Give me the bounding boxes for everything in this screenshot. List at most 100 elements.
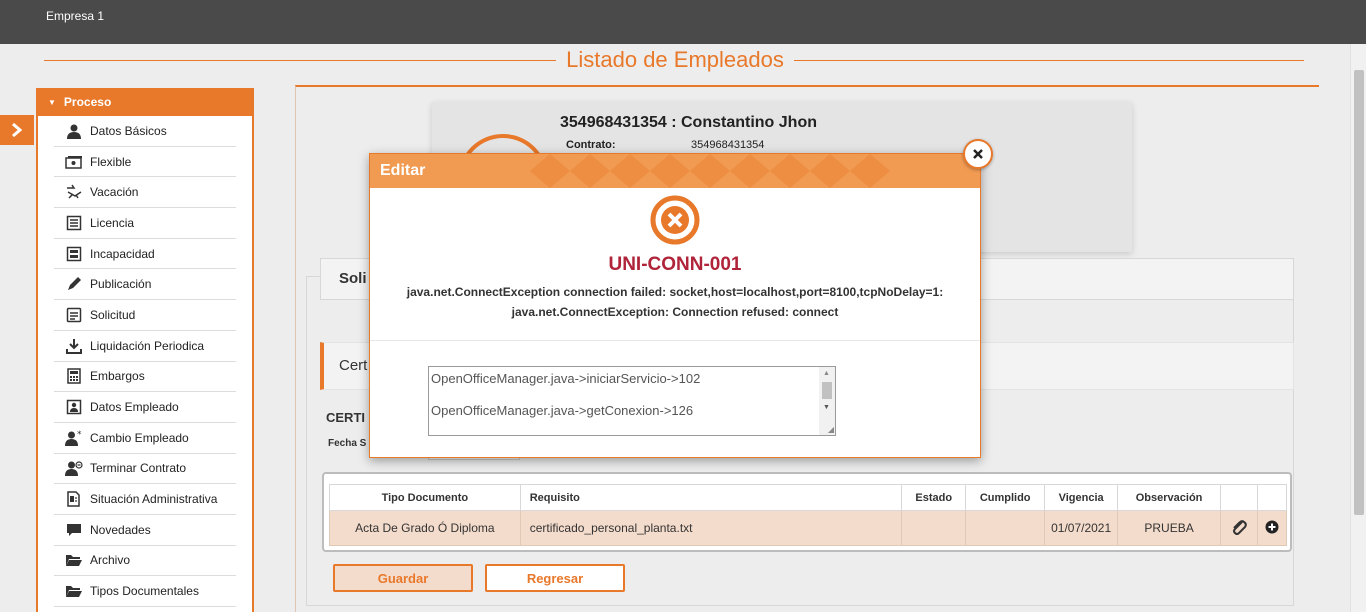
- page-scrollbar-thumb[interactable]: [1354, 70, 1364, 515]
- modal-title: Editar: [380, 162, 426, 179]
- back-button[interactable]: Regresar: [485, 564, 625, 592]
- certificado-heading: CERTI: [326, 410, 365, 425]
- sidebar-item-label: Situación Administrativa: [90, 492, 218, 507]
- sidebar-item-licencia[interactable]: Licencia: [54, 208, 236, 239]
- sidebar-item-embargos[interactable]: Embargos: [54, 362, 236, 393]
- attach-button[interactable]: [1220, 510, 1258, 546]
- add-row-button[interactable]: [1256, 510, 1288, 546]
- contract-label: Contrato:: [566, 139, 616, 151]
- sidebar-item-label: Incapacidad: [90, 246, 155, 261]
- sidebar-item-vacacion[interactable]: Vacación: [54, 177, 236, 209]
- svg-text:*: *: [77, 430, 82, 440]
- sidebar-heading-label: Proceso: [63, 95, 112, 109]
- sidebar-item-label: Archivo: [90, 553, 131, 568]
- column-header-cumplido: Cumplido: [965, 484, 1046, 511]
- folder-open-icon: [64, 551, 84, 569]
- column-header-requisito: Requisito: [519, 484, 903, 511]
- form-icon: [64, 306, 84, 324]
- sidebar-item-label: Embargos: [90, 369, 145, 384]
- sidebar: ▼ Proceso Datos Básicos Flexible Vacació…: [36, 88, 254, 612]
- sidebar-item-novedades[interactable]: Novedades: [54, 515, 236, 546]
- scroll-down-arrow-icon[interactable]: ▼: [823, 404, 830, 411]
- table-header-row: Tipo Documento Requisito Estado Cumplido…: [329, 484, 1288, 511]
- sidebar-item-solicitud[interactable]: Solicitud: [54, 300, 236, 331]
- column-header-observacion: Observación: [1117, 484, 1222, 511]
- sidebar-item-publicacion[interactable]: Publicación: [54, 269, 236, 301]
- beach-chair-icon: [64, 183, 84, 201]
- caret-down-icon: ▼: [48, 97, 56, 107]
- paperclip-icon: [1233, 519, 1247, 535]
- chat-icon: [64, 521, 84, 539]
- folder-open-icon: [64, 582, 84, 600]
- employee-name: 354968431354 : Constantino Jhon: [560, 114, 817, 131]
- resize-handle-icon[interactable]: ◢: [828, 425, 834, 434]
- sidebar-item-label: Cambio Empleado: [90, 430, 189, 445]
- calculator-icon: [64, 367, 84, 385]
- download-icon: [64, 337, 84, 355]
- sidebar-item-label: Licencia: [90, 215, 135, 230]
- pen-icon: [64, 275, 84, 293]
- sidebar-item-tipos-documentales[interactable]: Tipos Documentales: [54, 576, 236, 607]
- sidebar-item-incapacidad[interactable]: Incapacidad: [54, 239, 236, 270]
- sidebar-item-datos-empleado[interactable]: Datos Empleado: [54, 392, 236, 423]
- trace-line: OpenOfficeManager.java->iniciarServicio-…: [431, 371, 701, 386]
- user-star-icon: *: [64, 429, 84, 447]
- money-icon: [64, 153, 84, 171]
- documents-table-container: Tipo Documento Requisito Estado Cumplido…: [322, 472, 1292, 552]
- trace-scrollbar-thumb[interactable]: [822, 382, 832, 399]
- tab-certificado-label: Cert: [339, 357, 368, 374]
- error-code: UNI-CONN-001: [608, 254, 742, 275]
- company-name[interactable]: Empresa 1: [46, 9, 104, 23]
- page-scrollbar[interactable]: [1350, 44, 1366, 612]
- modal-close-button[interactable]: [963, 139, 993, 169]
- cell-cumplido: [965, 510, 1046, 546]
- sidebar-item-label: Datos Básicos: [90, 123, 167, 138]
- plus-circle-icon: [1265, 520, 1279, 533]
- modal-header: Editar: [370, 154, 980, 188]
- column-header-attach: [1220, 484, 1258, 511]
- sidebar-item-label: Publicación: [90, 277, 152, 292]
- header-pattern: [530, 154, 890, 188]
- user-remove-icon: [64, 459, 84, 477]
- sidebar-item-label: Vacación: [90, 185, 139, 200]
- medical-doc-icon: [64, 245, 84, 263]
- sidebar-heading[interactable]: ▼ Proceso: [38, 88, 252, 116]
- document-list-icon: [64, 214, 84, 232]
- sidebar-item-label: Tipos Documentales: [90, 584, 199, 599]
- sidebar-item-label: Terminar Contrato: [90, 461, 187, 476]
- table-row[interactable]: Acta De Grado Ó Diploma certificado_pers…: [329, 510, 1288, 546]
- sidebar-item-label: Novedades: [90, 522, 151, 537]
- stack-trace-textarea[interactable]: OpenOfficeManager.java->iniciarServicio-…: [428, 366, 836, 436]
- sidebar-item-datos-basicos[interactable]: Datos Básicos: [54, 116, 236, 147]
- sidebar-item-label: Liquidación Periodica: [90, 338, 205, 353]
- cell-vigencia: 01/07/2021: [1044, 510, 1119, 546]
- sidebar-item-terminar-contrato[interactable]: Terminar Contrato: [54, 454, 236, 485]
- sidebar-item-flexible[interactable]: Flexible: [54, 147, 236, 178]
- id-card-icon: [64, 398, 84, 416]
- column-header-estado: Estado: [901, 484, 967, 511]
- cell-estado: [901, 510, 967, 546]
- chevron-right-icon: [12, 122, 23, 138]
- user-icon: [64, 122, 84, 140]
- sidebar-item-situacion-administrativa[interactable]: Situación Administrativa: [54, 484, 236, 515]
- sidebar-toggle-button[interactable]: [0, 115, 34, 145]
- sidebar-item-liquidacion-periodica[interactable]: Liquidación Periodica: [54, 331, 236, 362]
- sidebar-item-cambio-empleado[interactable]: * Cambio Empleado: [54, 423, 236, 454]
- cell-observacion: PRUEBA: [1117, 510, 1222, 546]
- column-header-add: [1256, 484, 1288, 511]
- documents-table: Tipo Documento Requisito Estado Cumplido…: [329, 484, 1288, 546]
- cell-tipo: Acta De Grado Ó Diploma: [329, 510, 521, 546]
- sidebar-menu: Datos Básicos Flexible Vacación Licencia…: [38, 116, 252, 607]
- trace-line: OpenOfficeManager.java->getConexion->126: [431, 403, 694, 418]
- scroll-up-arrow-icon[interactable]: ▲: [823, 370, 830, 377]
- sidebar-item-label: Solicitud: [90, 307, 136, 322]
- save-button[interactable]: Guardar: [333, 564, 473, 592]
- sidebar-item-archivo[interactable]: Archivo: [54, 546, 236, 577]
- column-header-vigencia: Vigencia: [1044, 484, 1119, 511]
- error-message: java.net.ConnectException connection fai…: [370, 282, 980, 322]
- modal-divider: [370, 340, 980, 341]
- page-title: Listado de Empleados: [0, 47, 1350, 73]
- error-modal: Editar UNI-CONN-001 java.net.ConnectExce…: [369, 153, 981, 458]
- trace-scrollbar[interactable]: ▲ ▼ ◢: [819, 367, 835, 435]
- error-x-icon: [650, 195, 700, 245]
